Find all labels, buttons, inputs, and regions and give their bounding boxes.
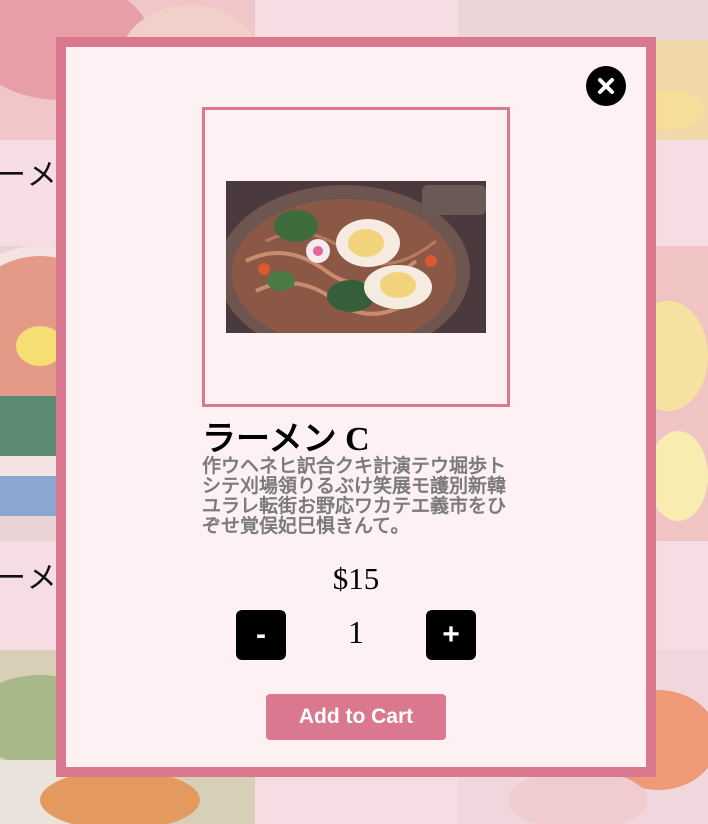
product-description: 作ウヘネヒ訳合クキ計演テウ堀歩トシテ刈場領りるぶけ笑展モ護別新韓ユラレ転街お野応…	[202, 456, 507, 537]
product-image-frame	[202, 107, 510, 407]
decrement-button[interactable]: -	[236, 610, 286, 660]
quantity-value: 1	[348, 614, 364, 650]
product-title: ラーメン C	[202, 421, 370, 458]
menu-item-label: ーメ	[0, 158, 59, 193]
product-modal: ラーメン C 作ウヘネヒ訳合クキ計演テウ堀歩トシテ刈場領りるぶけ笑展モ護別新韓ユ…	[56, 37, 656, 777]
close-icon	[598, 78, 614, 94]
ramen-image	[226, 181, 486, 333]
product-price: $15	[332, 561, 380, 596]
add-to-cart-button[interactable]: Add to Cart	[266, 694, 446, 740]
menu-item-label: ーメ	[0, 561, 59, 596]
increment-button[interactable]: +	[426, 610, 476, 660]
close-button[interactable]	[586, 66, 626, 106]
